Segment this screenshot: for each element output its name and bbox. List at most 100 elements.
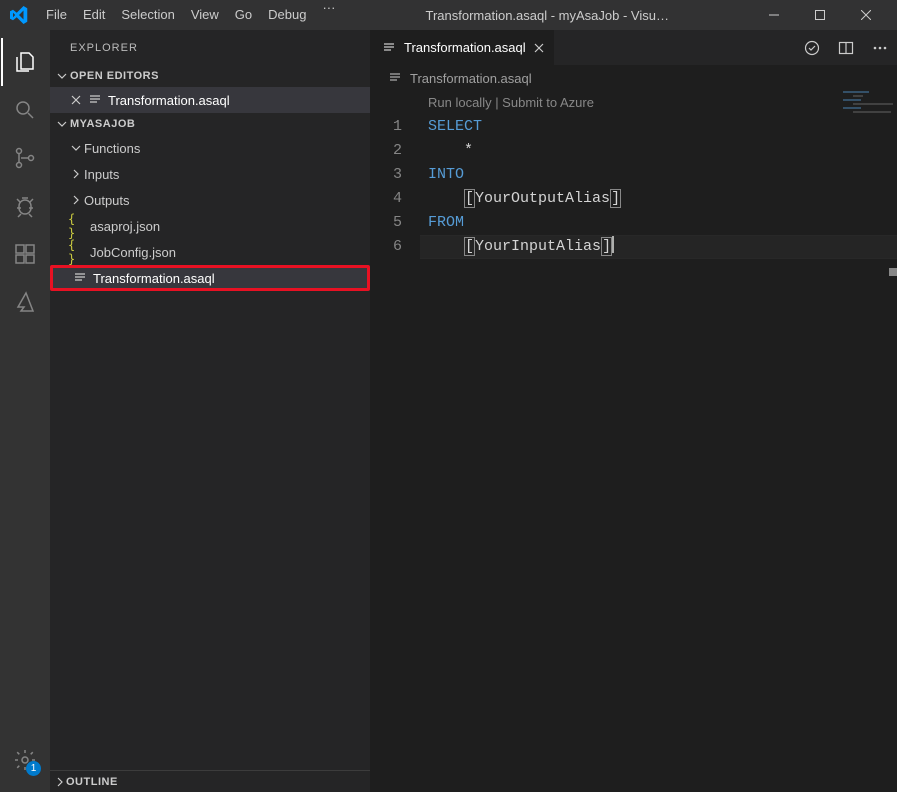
chevron-right-icon <box>68 194 84 206</box>
file-json-icon: { } <box>68 238 86 266</box>
file-lines-icon <box>71 271 89 285</box>
more-actions-icon[interactable] <box>869 37 891 59</box>
section-outline-label: OUTLINE <box>66 776 118 788</box>
editor-tab-label: Transformation.asaql <box>404 40 526 55</box>
code-token: SELECT <box>428 118 482 135</box>
file-lines-icon <box>380 41 398 55</box>
tree-folder-outputs[interactable]: Outputs <box>50 187 370 213</box>
split-editor-icon[interactable] <box>835 37 857 59</box>
chevron-right-icon <box>54 776 66 788</box>
menu-view[interactable]: View <box>183 0 227 30</box>
tree-file-transformation[interactable]: Transformation.asaql <box>50 265 370 291</box>
chevron-down-icon <box>54 118 70 130</box>
menu-edit[interactable]: Edit <box>75 0 113 30</box>
code-editor[interactable]: 123456 Run locally | Submit to Azure SEL… <box>370 91 897 792</box>
activity-source-control[interactable] <box>1 134 49 182</box>
tree-folder-inputs[interactable]: Inputs <box>50 161 370 187</box>
tree-label: Transformation.asaql <box>93 271 215 286</box>
menu-selection[interactable]: Selection <box>113 0 182 30</box>
menu-debug[interactable]: Debug <box>260 0 314 30</box>
settings-badge: 1 <box>26 761 41 776</box>
code-token: YourOutputAlias <box>475 190 610 207</box>
code-token <box>428 238 464 255</box>
activity-search[interactable] <box>1 86 49 134</box>
section-open-editors[interactable]: OPEN EDITORS <box>50 65 370 87</box>
activity-azure[interactable] <box>1 278 49 326</box>
code-line[interactable]: FROM <box>420 211 897 235</box>
line-number: 4 <box>370 187 402 211</box>
line-number: 3 <box>370 163 402 187</box>
sidebar-title: EXPLORER <box>50 30 370 65</box>
window-title: Transformation.asaql - myAsaJob - Visu… <box>343 8 751 23</box>
scroll-indicator <box>889 268 897 276</box>
file-json-icon: { } <box>68 212 86 240</box>
editor-tab-bar: Transformation.asaql <box>370 30 897 65</box>
minimap[interactable] <box>843 91 883 131</box>
activity-bar: 1 <box>0 30 50 792</box>
close-editor-icon[interactable] <box>68 95 84 105</box>
menu-more[interactable]: ··· <box>314 0 343 30</box>
maximize-button[interactable] <box>797 0 843 30</box>
file-lines-icon <box>86 93 104 107</box>
code-lens-actions[interactable]: Run locally | Submit to Azure <box>420 91 897 115</box>
activity-settings[interactable]: 1 <box>1 736 49 784</box>
compile-icon[interactable] <box>801 37 823 59</box>
tree-file-jobconfig[interactable]: { } JobConfig.json <box>50 239 370 265</box>
code-token: [ <box>464 189 475 208</box>
tree-label: JobConfig.json <box>90 245 176 260</box>
code-token: YourInputAlias <box>475 238 601 255</box>
cursor <box>612 235 614 253</box>
sidebar-explorer: EXPLORER OPEN EDITORS Transformation.asa… <box>50 30 370 792</box>
tree-folder-functions[interactable]: Functions <box>50 135 370 161</box>
code-line[interactable]: [YourOutputAlias] <box>420 187 897 211</box>
close-tab-icon[interactable] <box>534 43 544 53</box>
breadcrumb[interactable]: Transformation.asaql <box>370 65 897 91</box>
menu-go[interactable]: Go <box>227 0 260 30</box>
menu-bar: File Edit Selection View Go Debug ··· <box>38 0 343 30</box>
activity-extensions[interactable] <box>1 230 49 278</box>
menu-file[interactable]: File <box>38 0 75 30</box>
code-token: [ <box>464 237 475 256</box>
close-button[interactable] <box>843 0 889 30</box>
window-controls <box>751 0 889 30</box>
open-editor-item[interactable]: Transformation.asaql <box>50 87 370 113</box>
chevron-down-icon <box>54 70 70 82</box>
code-line[interactable]: INTO <box>420 163 897 187</box>
editor-area: Transformation.asaql Tr <box>370 30 897 792</box>
line-number: 1 <box>370 115 402 139</box>
section-project-label: MYASAJOB <box>70 118 135 130</box>
line-number: 2 <box>370 139 402 163</box>
chevron-down-icon <box>68 142 84 154</box>
breadcrumb-label: Transformation.asaql <box>410 71 532 86</box>
code-token <box>428 190 464 207</box>
editor-tab[interactable]: Transformation.asaql <box>370 30 555 65</box>
tree-label: Functions <box>84 141 140 156</box>
code-token: FROM <box>428 214 464 231</box>
tree-label: asaproj.json <box>90 219 160 234</box>
code-token: ] <box>610 189 621 208</box>
title-bar: File Edit Selection View Go Debug ··· Tr… <box>0 0 897 30</box>
section-project[interactable]: MYASAJOB <box>50 113 370 135</box>
line-number: 5 <box>370 211 402 235</box>
activity-debug[interactable] <box>1 182 49 230</box>
code-token: ] <box>601 237 612 256</box>
tree-label: Inputs <box>84 167 119 182</box>
open-editor-label: Transformation.asaql <box>108 93 230 108</box>
code-token: INTO <box>428 166 464 183</box>
section-outline[interactable]: OUTLINE <box>50 770 370 792</box>
minimize-button[interactable] <box>751 0 797 30</box>
tree-label: Outputs <box>84 193 130 208</box>
file-lines-icon <box>386 71 404 85</box>
chevron-right-icon <box>68 168 84 180</box>
code-line[interactable]: [YourInputAlias] <box>420 235 897 259</box>
line-gutter: 123456 <box>370 91 420 792</box>
vscode-logo-icon <box>8 6 30 24</box>
section-open-editors-label: OPEN EDITORS <box>70 70 159 82</box>
editor-actions <box>801 30 897 65</box>
code-line[interactable]: SELECT <box>420 115 897 139</box>
tree-file-asaproj[interactable]: { } asaproj.json <box>50 213 370 239</box>
code-content[interactable]: Run locally | Submit to Azure SELECT * IN… <box>420 91 897 792</box>
activity-explorer[interactable] <box>1 38 49 86</box>
line-number: 6 <box>370 235 402 259</box>
code-line[interactable]: * <box>420 139 897 163</box>
